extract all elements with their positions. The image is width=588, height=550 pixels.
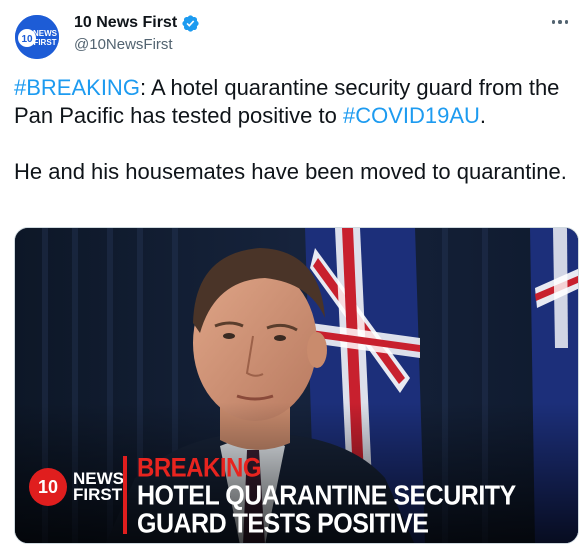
- tweet-text-part: .: [479, 103, 487, 128]
- media-headline: BREAKING HOTEL QUARANTINE SECURITY GUARD…: [137, 454, 516, 538]
- tweet[interactable]: 10 NEWS FIRST 10 News First @10NewsFirst…: [0, 0, 588, 550]
- display-name[interactable]: 10 News First: [74, 14, 177, 32]
- verified-badge-icon: [182, 14, 199, 32]
- handle[interactable]: @10NewsFirst: [74, 36, 173, 53]
- hashtag-breaking[interactable]: #BREAKING: [14, 75, 140, 100]
- headline-divider: [123, 456, 127, 534]
- tweet-paragraph-1: #BREAKING: A hotel quarantine security g…: [14, 74, 580, 130]
- logo-wordmark: NEWS FIRST: [73, 470, 124, 504]
- headline-line-1: HOTEL QUARANTINE SECURITY: [137, 479, 516, 512]
- svg-text:NEWS: NEWS: [33, 29, 58, 38]
- headline-kicker: BREAKING: [137, 452, 262, 484]
- logo-first: FIRST: [73, 485, 123, 504]
- more-options-icon[interactable]: [546, 10, 574, 34]
- media-image[interactable]: 10 NEWS FIRST BREAKING HOTEL QUARANTINE …: [14, 227, 579, 544]
- hashtag-covid19au[interactable]: #COVID19AU: [343, 103, 480, 128]
- name-row: 10 News First: [74, 12, 200, 34]
- tweet-paragraph-2: He and his housemates have been moved to…: [14, 159, 567, 184]
- tweet-text: #BREAKING: A hotel quarantine security g…: [14, 74, 580, 186]
- svg-text:FIRST: FIRST: [33, 38, 56, 47]
- avatar[interactable]: 10 NEWS FIRST: [15, 15, 59, 59]
- news-first-logo: 10 NEWS FIRST: [29, 468, 124, 506]
- svg-text:10: 10: [21, 34, 33, 45]
- headline-line-2: GUARD TESTS POSITIVE: [137, 507, 429, 540]
- logo-number: 10: [29, 468, 67, 506]
